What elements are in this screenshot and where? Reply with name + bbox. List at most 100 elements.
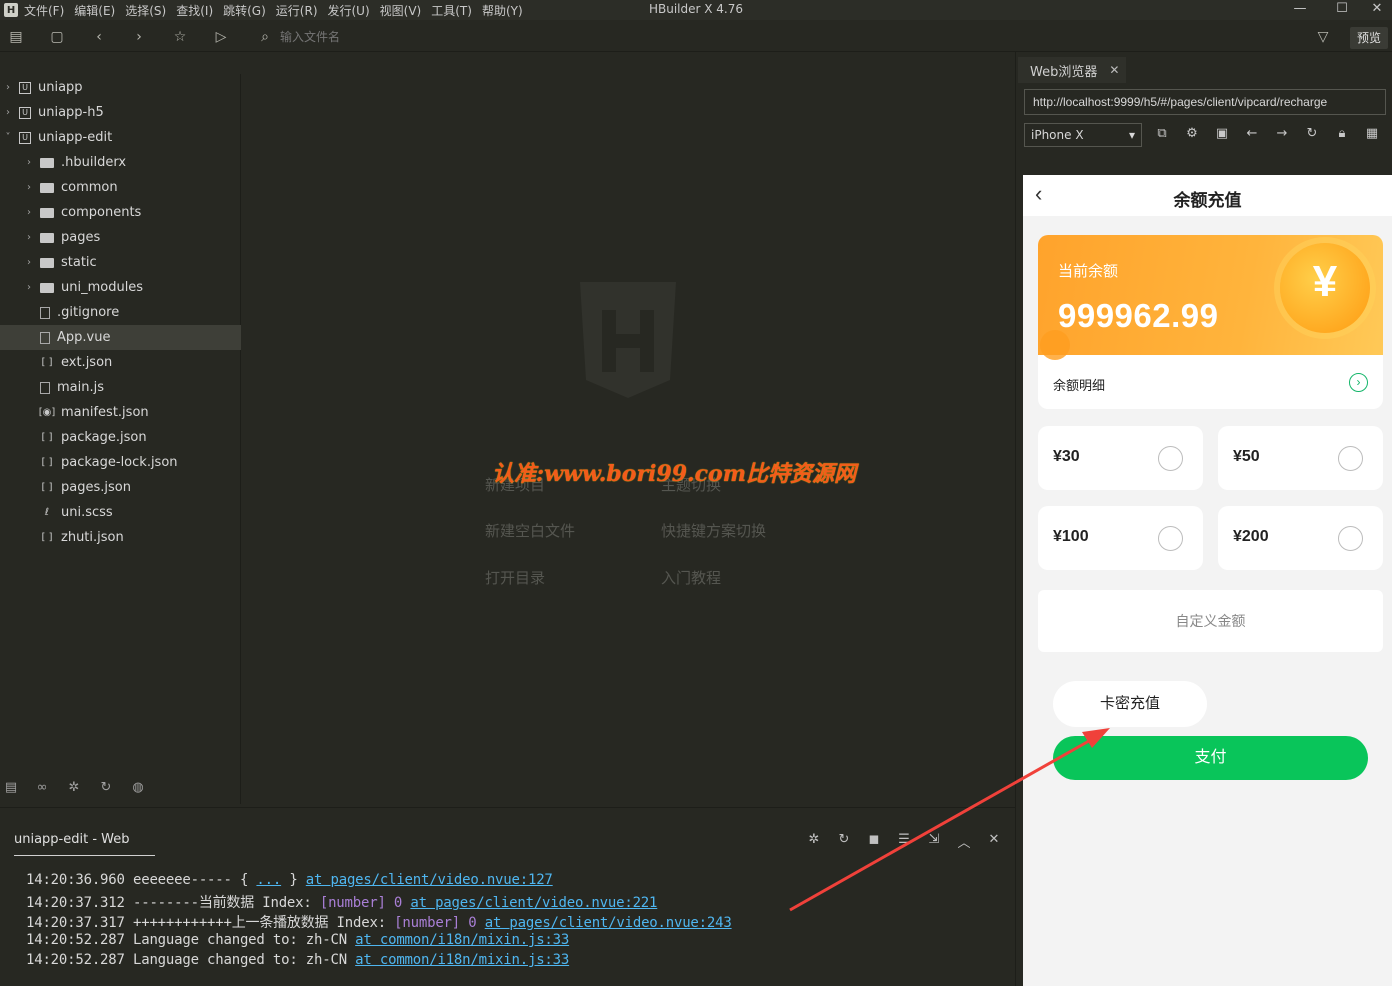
tree-item-file[interactable]: [ ] zhuti.json	[0, 525, 241, 550]
card-recharge-button[interactable]: 卡密充值	[1053, 681, 1207, 727]
save-icon[interactable]: ▢	[47, 28, 67, 46]
new-blank-file-link[interactable]: 新建空白文件	[485, 520, 575, 541]
restart-icon[interactable]: ↻	[834, 832, 854, 847]
chevron-right-icon[interactable]: ›	[24, 257, 34, 268]
custom-amount-input[interactable]: 自定义金额	[1038, 590, 1383, 652]
balance-detail-link[interactable]: 余额明细	[1053, 375, 1105, 394]
amount-option[interactable]: ¥200	[1218, 506, 1383, 570]
menu-help[interactable]: 帮助(Y)	[482, 2, 523, 19]
radio-button[interactable]	[1338, 526, 1363, 551]
tree-item-folder[interactable]: › .hbuilderx	[0, 150, 241, 175]
tree-item-file[interactable]: ℓ uni.scss	[0, 500, 241, 525]
menu-select[interactable]: 选择(S)	[125, 2, 166, 19]
clear-console-icon[interactable]: ☰	[894, 832, 914, 847]
close-tab-icon[interactable]: ✕	[1109, 63, 1119, 77]
tree-item-project[interactable]: › U uniapp-h5	[0, 100, 241, 125]
tree-item-file[interactable]: [◉] manifest.json	[0, 400, 241, 425]
radio-button[interactable]	[1158, 446, 1183, 471]
maximize-icon[interactable]: ☐	[1322, 0, 1362, 20]
export-icon[interactable]: ⇲	[924, 832, 944, 847]
debug-icon[interactable]: ✲	[65, 780, 83, 798]
stop-icon[interactable]: ◼	[864, 832, 884, 847]
radio-button[interactable]	[1338, 446, 1363, 471]
tree-item-project[interactable]: ˅ U uniapp-edit	[0, 125, 241, 150]
log-source-link[interactable]: at pages/client/video.nvue:221	[410, 895, 657, 911]
close-icon[interactable]: ✕	[1362, 0, 1392, 20]
log-source-link[interactable]: at common/i18n/mixin.js:33	[355, 952, 569, 968]
menu-publish[interactable]: 发行(U)	[328, 2, 370, 19]
console-icon[interactable]: ▣	[1213, 126, 1231, 141]
git-icon[interactable]: ↻	[97, 780, 115, 798]
tutorial-link[interactable]: 入门教程	[661, 567, 721, 588]
run-icon[interactable]: ▷	[211, 28, 231, 46]
filter-icon[interactable]: ▽	[1313, 28, 1333, 46]
console-tab[interactable]: uniapp-edit - Web	[14, 832, 155, 856]
star-icon[interactable]: ☆	[170, 28, 190, 46]
screenshot-icon[interactable]: ⧉	[1153, 126, 1171, 141]
menu-edit[interactable]: 编辑(E)	[74, 2, 115, 19]
refresh-icon[interactable]: ↻	[1303, 126, 1321, 141]
preview-button[interactable]: 预览	[1350, 27, 1388, 49]
chevron-right-circle-icon[interactable]: ›	[1349, 373, 1368, 392]
bug-icon[interactable]: ✲	[804, 832, 824, 847]
log-source-link[interactable]: at common/i18n/mixin.js:33	[355, 932, 569, 948]
chevron-right-icon[interactable]: ›	[24, 282, 34, 293]
radio-button[interactable]	[1158, 526, 1183, 551]
menu-goto[interactable]: 跳转(G)	[223, 2, 266, 19]
tree-item-file[interactable]: [ ] package-lock.json	[0, 450, 241, 475]
log-source-link[interactable]: at pages/client/video.nvue:127	[306, 872, 553, 888]
forward-icon[interactable]: ›	[129, 28, 149, 46]
log-source-link[interactable]: at pages/client/video.nvue:243	[485, 915, 732, 931]
log-expand-link[interactable]: ...	[256, 872, 281, 888]
grid-icon[interactable]: ▦	[1363, 126, 1381, 141]
amount-option[interactable]: ¥50	[1218, 426, 1383, 490]
back-icon[interactable]: ‹	[89, 28, 109, 46]
menu-tools[interactable]: 工具(T)	[431, 2, 472, 19]
chevron-right-icon[interactable]: ›	[24, 182, 34, 193]
chevron-up-icon[interactable]: ︿	[954, 832, 974, 851]
new-file-icon[interactable]: ▤	[6, 28, 26, 46]
chevron-down-icon[interactable]: ˅	[3, 132, 13, 143]
settings-icon[interactable]: ⚙	[1183, 126, 1201, 141]
tree-item-file[interactable]: [ ] ext.json	[0, 350, 241, 375]
project-manager-icon[interactable]: ▤	[2, 780, 20, 798]
chevron-right-icon[interactable]: ›	[3, 82, 13, 93]
tree-item-folder[interactable]: › static	[0, 250, 241, 275]
amount-option[interactable]: ¥100	[1038, 506, 1203, 570]
tree-item-file-selected[interactable]: App.vue	[0, 325, 241, 350]
tree-item-file[interactable]: [ ] pages.json	[0, 475, 241, 500]
arrow-left-icon[interactable]: ←	[1243, 126, 1261, 141]
amount-option[interactable]: ¥30	[1038, 426, 1203, 490]
chevron-right-icon[interactable]: ›	[24, 207, 34, 218]
tree-item-project[interactable]: › U uniapp	[0, 75, 241, 100]
tree-item-file[interactable]: .gitignore	[0, 300, 241, 325]
menu-file[interactable]: 文件(F)	[24, 2, 64, 19]
plugin-icon[interactable]: ◍	[129, 780, 147, 798]
menu-find[interactable]: 查找(I)	[176, 2, 213, 19]
url-input[interactable]	[1024, 89, 1386, 115]
chevron-right-icon[interactable]: ›	[24, 157, 34, 168]
menu-view[interactable]: 视图(V)	[380, 2, 422, 19]
binoculars-icon[interactable]: ∞	[33, 780, 51, 798]
tree-item-folder[interactable]: › pages	[0, 225, 241, 250]
log-line: 14:20:52.287 Language changed to: zh-CN …	[26, 952, 570, 968]
tree-item-folder[interactable]: › components	[0, 200, 241, 225]
tree-item-folder[interactable]: › uni_modules	[0, 275, 241, 300]
pay-button[interactable]: 支付	[1053, 736, 1368, 780]
chevron-right-icon[interactable]: ›	[24, 232, 34, 243]
arrow-right-icon[interactable]: →	[1273, 126, 1291, 141]
keymap-switch-link[interactable]: 快捷键方案切换	[661, 520, 766, 541]
lock-icon[interactable]: 🔒︎	[1333, 126, 1351, 141]
toolbar: ▤ ▢ ‹ › ☆ ▷ ⌕ ▽ 预览	[0, 22, 1392, 52]
tree-item-file[interactable]: main.js	[0, 375, 241, 400]
minimize-icon[interactable]: —	[1280, 0, 1320, 20]
browser-tab[interactable]: Web浏览器 ✕	[1018, 57, 1126, 83]
menu-run[interactable]: 运行(R)	[276, 2, 318, 19]
file-search-input[interactable]	[280, 28, 580, 46]
tree-item-folder[interactable]: › common	[0, 175, 241, 200]
device-select[interactable]: iPhone X ▾	[1024, 123, 1142, 147]
open-directory-link[interactable]: 打开目录	[485, 567, 545, 588]
chevron-right-icon[interactable]: ›	[3, 107, 13, 118]
tree-item-file[interactable]: [ ] package.json	[0, 425, 241, 450]
close-console-icon[interactable]: ✕	[984, 832, 1004, 847]
